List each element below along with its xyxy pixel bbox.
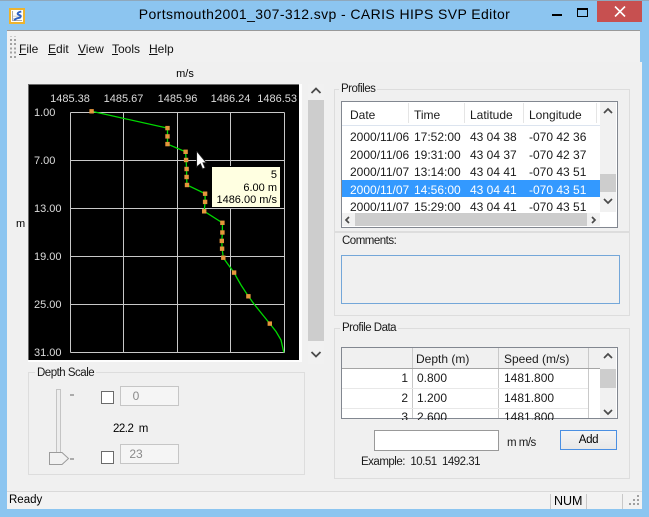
svg-text:25.00: 25.00 — [34, 299, 62, 311]
svg-text:31.00: 31.00 — [34, 347, 62, 359]
svg-text:1486.53: 1486.53 — [257, 93, 297, 105]
svg-text:1486.24: 1486.24 — [211, 93, 251, 105]
svg-text:19.00: 19.00 — [34, 251, 62, 263]
svg-text:13.00: 13.00 — [34, 203, 62, 215]
svg-text:1485.38: 1485.38 — [50, 93, 90, 105]
svg-text:1.00: 1.00 — [34, 107, 55, 119]
svg-text:1485.96: 1485.96 — [158, 93, 198, 105]
svg-text:1485.67: 1485.67 — [104, 93, 144, 105]
svg-text:7.00: 7.00 — [34, 155, 55, 167]
